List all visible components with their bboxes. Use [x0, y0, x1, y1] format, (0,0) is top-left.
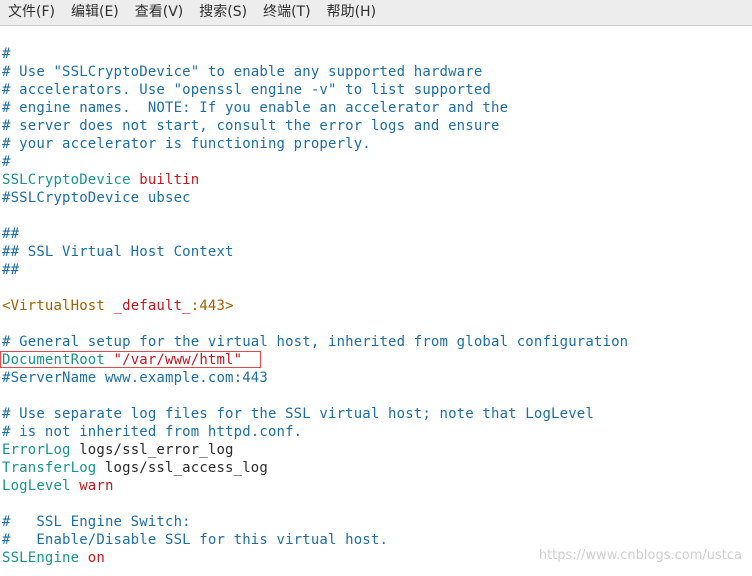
menu-terminal[interactable]: 终端(T) [255, 0, 318, 25]
menu-file[interactable]: 文件(F) [0, 0, 63, 25]
code-token-comment: # General setup for the virtual host, in… [2, 334, 629, 350]
code-line: TransferLog logs/ssl_access_log [2, 459, 268, 477]
code-line: ## [2, 261, 19, 279]
menu-view[interactable]: 查看(V) [127, 0, 192, 25]
code-token-comment: # is not inherited from httpd.conf. [2, 424, 303, 440]
code-token-comment: # your accelerator is functioning proper… [2, 136, 371, 152]
code-line: LogLevel warn [2, 477, 114, 495]
code-token-keyword: LogLevel [2, 478, 80, 494]
code-token-comment: # [2, 46, 11, 62]
document-root-highlight [0, 351, 261, 368]
watermark: https://www.cnblogs.com/ustca [538, 548, 742, 563]
code-line: SSLCryptoDevice builtin [2, 171, 199, 189]
code-line: ErrorLog logs/ssl_error_log [2, 441, 234, 459]
code-token-value: warn [79, 478, 114, 494]
code-token-comment: # Enable/Disable SSL for this virtual ho… [2, 532, 389, 548]
code-line: <VirtualHost _default_:443> [2, 297, 234, 315]
code-token-keyword: ErrorLog [2, 442, 80, 458]
code-line: # accelerators. Use "openssl engine -v" … [2, 81, 491, 99]
menu-bar: 文件(F) 编辑(E) 查看(V) 搜索(S) 终端(T) 帮助(H) [0, 0, 752, 26]
code-line: #ServerName www.example.com:443 [2, 369, 268, 387]
code-token-plain: logs/ssl_access_log [104, 460, 268, 476]
terminal-text-area[interactable]: # # Use "SSLCryptoDevice" to enable any s… [0, 26, 752, 576]
code-token-comment: #ServerName www.example.com:443 [2, 370, 268, 386]
code-token-plain: logs/ssl_error_log [79, 442, 234, 458]
code-token-comment: ## [2, 226, 20, 242]
code-line: # Use separate log files for the SSL vir… [2, 405, 594, 423]
code-token-comment: # accelerators. Use "openssl engine -v" … [2, 82, 491, 98]
code-token-comment: # Use separate log files for the SSL vir… [2, 406, 594, 422]
code-line: # Use "SSLCryptoDevice" to enable any su… [2, 63, 482, 81]
code-token-comment: # engine names. NOTE: If you enable an a… [2, 100, 509, 116]
code-token-comment: # Use "SSLCryptoDevice" to enable any su… [2, 64, 483, 80]
code-token-comment: #SSLCryptoDevice ubsec [2, 190, 191, 206]
code-line: SSLEngine on [2, 549, 105, 567]
code-line: # server does not start, consult the err… [2, 117, 500, 135]
code-line: # SSL Engine Switch: [2, 513, 191, 531]
code-token-comment: # server does not start, consult the err… [2, 118, 500, 134]
code-token-comment: # SSL Engine Switch: [2, 514, 191, 530]
code-token-keyword: SSLCryptoDevice [2, 172, 140, 188]
menu-search[interactable]: 搜索(S) [191, 0, 255, 25]
code-line: # General setup for the virtual host, in… [2, 333, 628, 351]
code-line: # engine names. NOTE: If you enable an a… [2, 99, 508, 117]
code-token-tag: :443> [190, 298, 234, 314]
code-token-value: builtin [139, 172, 200, 188]
code-token-value: on [87, 550, 105, 566]
code-line: #SSLCryptoDevice ubsec [2, 189, 191, 207]
code-token-comment: ## [2, 262, 20, 278]
code-line: # is not inherited from httpd.conf. [2, 423, 302, 441]
code-token-tag: <VirtualHost [2, 298, 114, 314]
menu-edit[interactable]: 编辑(E) [63, 0, 127, 25]
code-line: # [2, 153, 11, 171]
code-token-keyword: SSLEngine [2, 550, 88, 566]
code-line: # [2, 45, 11, 63]
menu-help[interactable]: 帮助(H) [319, 0, 384, 25]
code-token-comment: ## SSL Virtual Host Context [2, 244, 234, 260]
code-line: ## SSL Virtual Host Context [2, 243, 234, 261]
code-line: # your accelerator is functioning proper… [2, 135, 371, 153]
code-token-keyword: TransferLog [2, 460, 105, 476]
code-token-value: _default_ [113, 298, 191, 314]
code-line: # Enable/Disable SSL for this virtual ho… [2, 531, 388, 549]
code-token-comment: # [2, 154, 11, 170]
code-line: ## [2, 225, 19, 243]
